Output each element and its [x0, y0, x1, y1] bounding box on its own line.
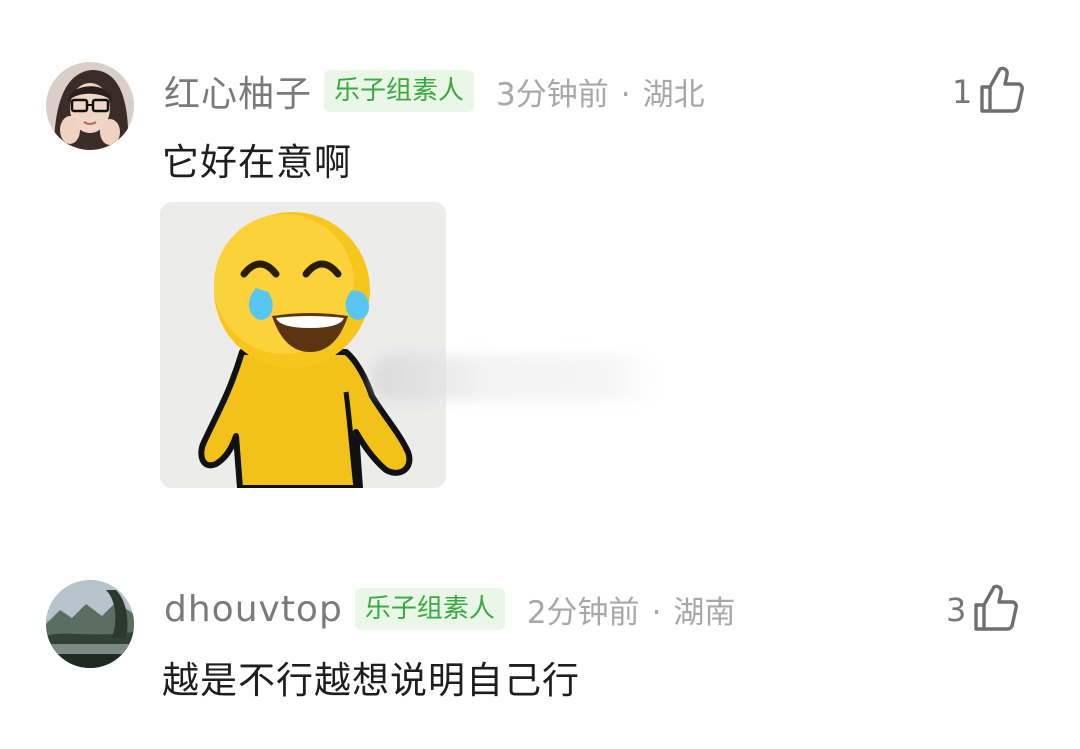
comment-list: 红心柚子 乐子组素人 3分钟前 · 湖北 1 它好在意啊 dhouvtop 乐子…	[0, 0, 1080, 749]
username[interactable]: 红心柚子	[164, 65, 312, 117]
user-badge: 乐子组素人	[354, 588, 505, 630]
like-count: 1	[952, 73, 973, 111]
comment-header: 红心柚子 乐子组素人 3分钟前 · 湖北	[164, 66, 705, 116]
comment-time: 3分钟前	[496, 76, 609, 113]
like-count: 3	[946, 591, 967, 629]
comment-text: 越是不行越想说明自己行	[162, 659, 580, 702]
thumbs-up-icon[interactable]	[978, 65, 1025, 119]
username[interactable]: dhouvtop	[164, 589, 343, 630]
user-avatar[interactable]	[46, 62, 134, 150]
comment-meta: 3分钟前 · 湖北	[496, 69, 705, 114]
like-button[interactable]: 1	[952, 65, 1025, 119]
meta-separator: ·	[651, 594, 662, 631]
blurred-watermark	[372, 355, 662, 401]
comment-meta: 2分钟前 · 湖南	[527, 587, 736, 632]
sticker-image[interactable]	[160, 202, 446, 488]
comment-text: 它好在意啊	[162, 141, 352, 184]
user-badge: 乐子组素人	[324, 70, 475, 112]
like-button[interactable]: 3	[946, 583, 1019, 637]
comment-location: 湖北	[642, 76, 705, 113]
comment-time: 2分钟前	[526, 594, 640, 631]
thumbs-up-icon[interactable]	[972, 583, 1019, 637]
user-avatar[interactable]	[46, 580, 134, 668]
comment-header: dhouvtop 乐子组素人 2分钟前 · 湖南	[164, 584, 735, 634]
meta-separator: ·	[620, 76, 631, 113]
comment-location: 湖南	[673, 594, 736, 631]
